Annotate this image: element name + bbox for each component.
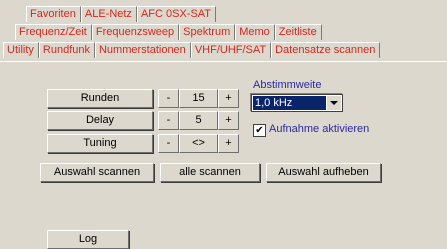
runden-button[interactable]: Runden [47,89,153,108]
log-button[interactable]: Log [47,230,129,249]
tab-frequenz-zeit[interactable]: Frequenz/Zeit [15,24,92,40]
tab-spektrum[interactable]: Spektrum [179,24,236,40]
runden-value: 15 [179,89,218,108]
auswahl-aufheben-button[interactable]: Auswahl aufheben [266,163,381,182]
tab-row-2: Frequenz/Zeit Frequenzsweep Spektrum Mem… [15,24,322,40]
tab-zeitliste[interactable]: Zeitliste [274,24,322,40]
runden-minus-button[interactable]: - [158,89,179,108]
abstimmweite-value: 1,0 kHz [253,96,326,110]
aufnahme-label: Aufnahme aktivieren [269,123,370,135]
tab-row-1: Favoriten ALE-Netz AFC 0SX-SAT [26,6,217,22]
tab-favoriten[interactable]: Favoriten [26,6,81,22]
runden-plus-button[interactable]: + [218,89,239,108]
tab-memo[interactable]: Memo [235,24,275,40]
tab-frequenzsweep[interactable]: Frequenzsweep [91,24,180,40]
tab-row-3: Utility Rundfunk Nummerstationen VHF/UHF… [3,42,447,58]
delay-plus-button[interactable]: + [218,111,239,130]
tuning-value: <> [179,134,218,153]
chevron-down-icon[interactable] [326,96,341,110]
tab-utility[interactable]: Utility [3,42,39,58]
tab-rundfunk[interactable]: Rundfunk [38,42,95,58]
aufnahme-checkbox[interactable]: ✔ [253,124,266,137]
tuning-plus-button[interactable]: + [218,134,239,153]
tab-ale-netz[interactable]: ALE-Netz [80,6,137,22]
abstimmweite-label: Abstimmweite [253,79,322,91]
tab-nummerstationen[interactable]: Nummerstationen [94,42,191,58]
delay-button[interactable]: Delay [47,111,153,130]
tab-vhf-uhf-sat[interactable]: VHF/UHF/SAT [190,42,272,58]
tuning-button[interactable]: Tuning [47,134,153,153]
tab-afc-osx-sat[interactable]: AFC 0SX-SAT [136,6,217,22]
auswahl-scannen-button[interactable]: Auswahl scannen [40,163,154,182]
tab-datensatze-scannen[interactable]: Datensatze scannen [271,42,381,58]
delay-minus-button[interactable]: - [158,111,179,130]
delay-value: 5 [179,111,218,130]
tuning-minus-button[interactable]: - [158,134,179,153]
abstimmweite-select[interactable]: 1,0 kHz [251,94,343,112]
alle-scannen-button[interactable]: alle scannen [160,163,260,182]
